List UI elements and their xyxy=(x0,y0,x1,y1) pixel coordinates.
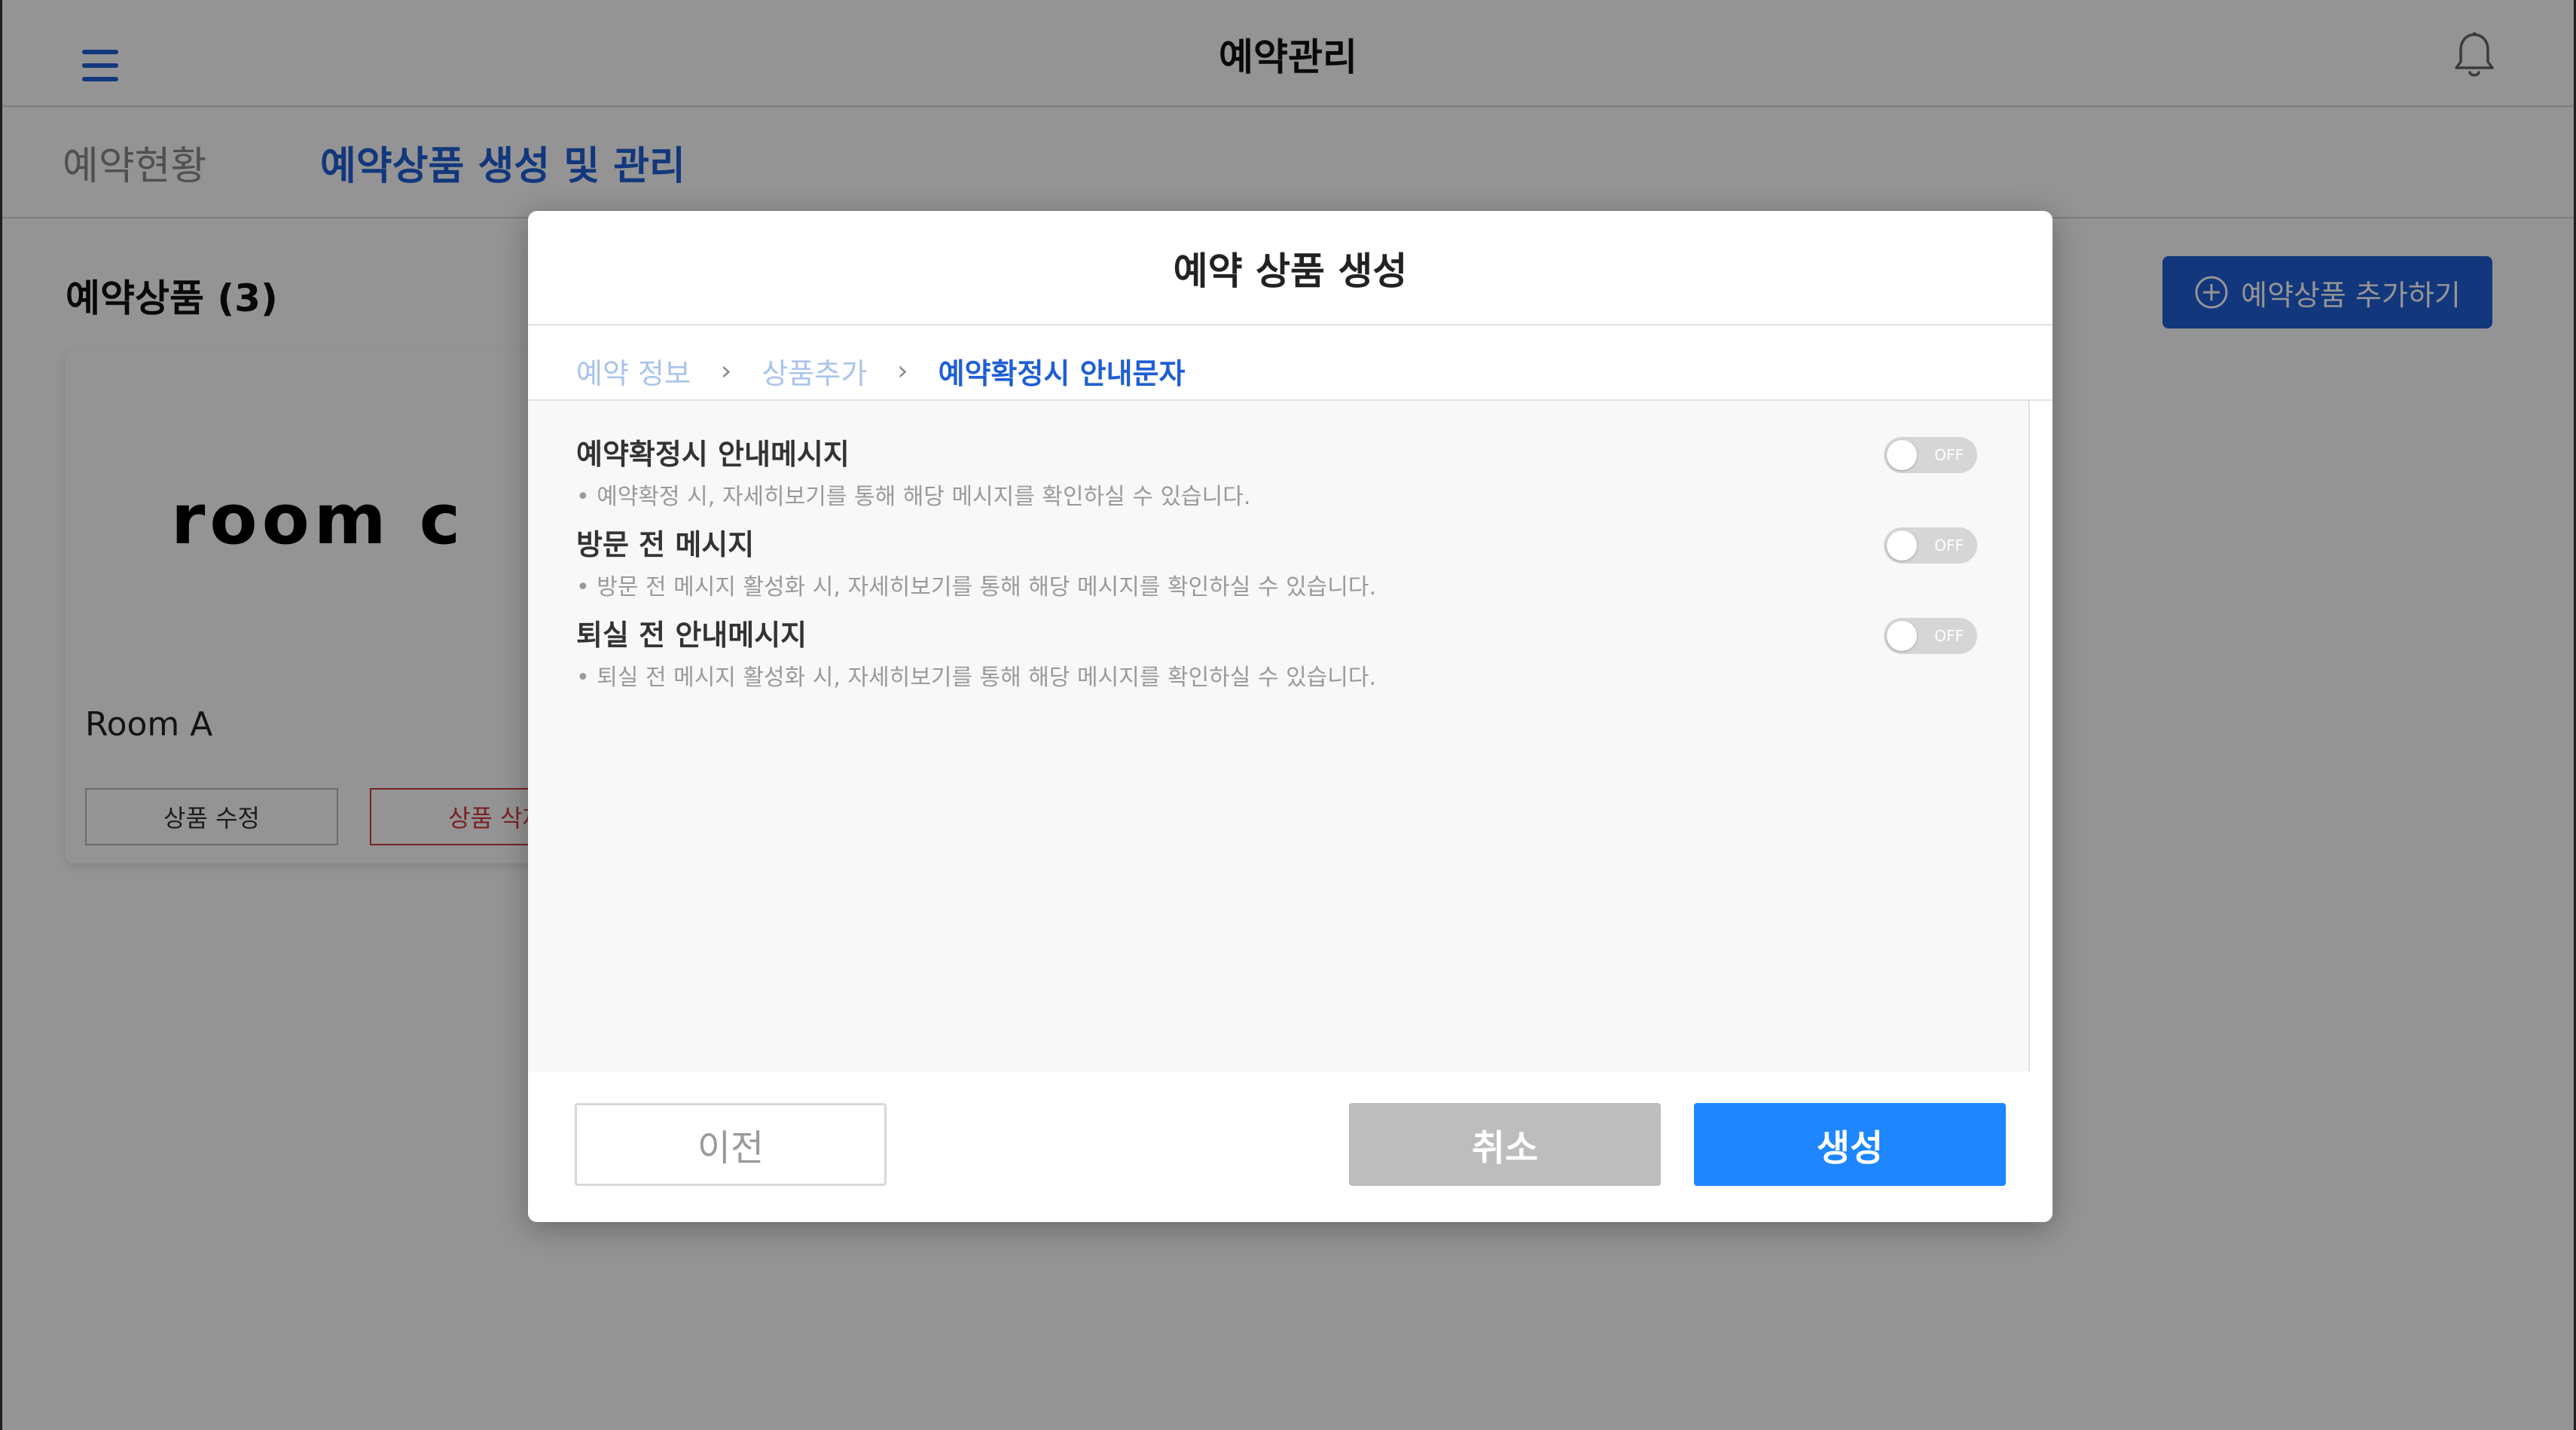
toggle-state-label: OFF xyxy=(1934,627,1964,645)
chevron-right-icon: › xyxy=(720,355,732,387)
modal-footer: 이전 취소 생성 xyxy=(528,1071,2053,1222)
previous-button[interactable]: 이전 xyxy=(575,1103,887,1186)
cancel-button[interactable]: 취소 xyxy=(1349,1103,1661,1186)
create-product-modal: 예약 상품 생성 예약 정보 › 상품추가 › 예약확정시 안내문자 예약확정시… xyxy=(528,211,2053,1222)
chevron-right-icon: › xyxy=(897,355,908,387)
step-confirmation-message[interactable]: 예약확정시 안내문자 xyxy=(939,350,1186,392)
toggle-knob xyxy=(1887,621,1917,651)
toggle-knob xyxy=(1887,440,1917,470)
setting-title: 방문 전 메시지 xyxy=(576,528,755,561)
setting-confirmation-message: 예약확정시 안내메시지 • 예약확정 시, 자세히보기를 통해 해당 메시지를 … xyxy=(576,431,1992,514)
toggle-state-label: OFF xyxy=(1934,536,1964,555)
step-add-product[interactable]: 상품추가 xyxy=(762,350,867,392)
create-button[interactable]: 생성 xyxy=(1694,1103,2006,1186)
confirmation-message-toggle[interactable]: OFF xyxy=(1884,437,1977,473)
setting-title: 퇴실 전 안내메시지 xyxy=(576,619,807,652)
modal-title: 예약 상품 생성 xyxy=(1173,249,1408,293)
divider xyxy=(528,324,2053,325)
setting-pre-visit-message: 방문 전 메시지 • 방문 전 메시지 활성화 시, 자세히보기를 통해 해당 … xyxy=(576,521,1992,604)
app-window: 예약관리 예약현황 예약상품 생성 및 관리 예약상품 (3) 예약상품 추가하… xyxy=(0,0,2576,1430)
setting-description: • 방문 전 메시지 활성화 시, 자세히보기를 통해 해당 메시지를 확인하실… xyxy=(576,574,1377,600)
setting-checkout-message: 퇴실 전 안내메시지 • 퇴실 전 메시지 활성화 시, 자세히보기를 통해 해… xyxy=(576,612,1992,695)
toggle-state-label: OFF xyxy=(1934,446,1964,464)
step-breadcrumb: 예약 정보 › 상품추가 › 예약확정시 안내문자 xyxy=(576,341,1185,401)
step-reservation-info[interactable]: 예약 정보 xyxy=(576,350,691,392)
setting-description: • 예약확정 시, 자세히보기를 통해 해당 메시지를 확인하실 수 있습니다. xyxy=(576,484,1251,510)
setting-title: 예약확정시 안내메시지 xyxy=(576,438,850,471)
pre-visit-message-toggle[interactable]: OFF xyxy=(1884,527,1977,564)
modal-body[interactable]: 예약확정시 안내메시지 • 예약확정 시, 자세히보기를 통해 해당 메시지를 … xyxy=(528,401,2030,1071)
checkout-message-toggle[interactable]: OFF xyxy=(1884,618,1977,654)
setting-description: • 퇴실 전 메시지 활성화 시, 자세히보기를 통해 해당 메시지를 확인하실… xyxy=(576,665,1377,691)
toggle-knob xyxy=(1887,530,1917,561)
